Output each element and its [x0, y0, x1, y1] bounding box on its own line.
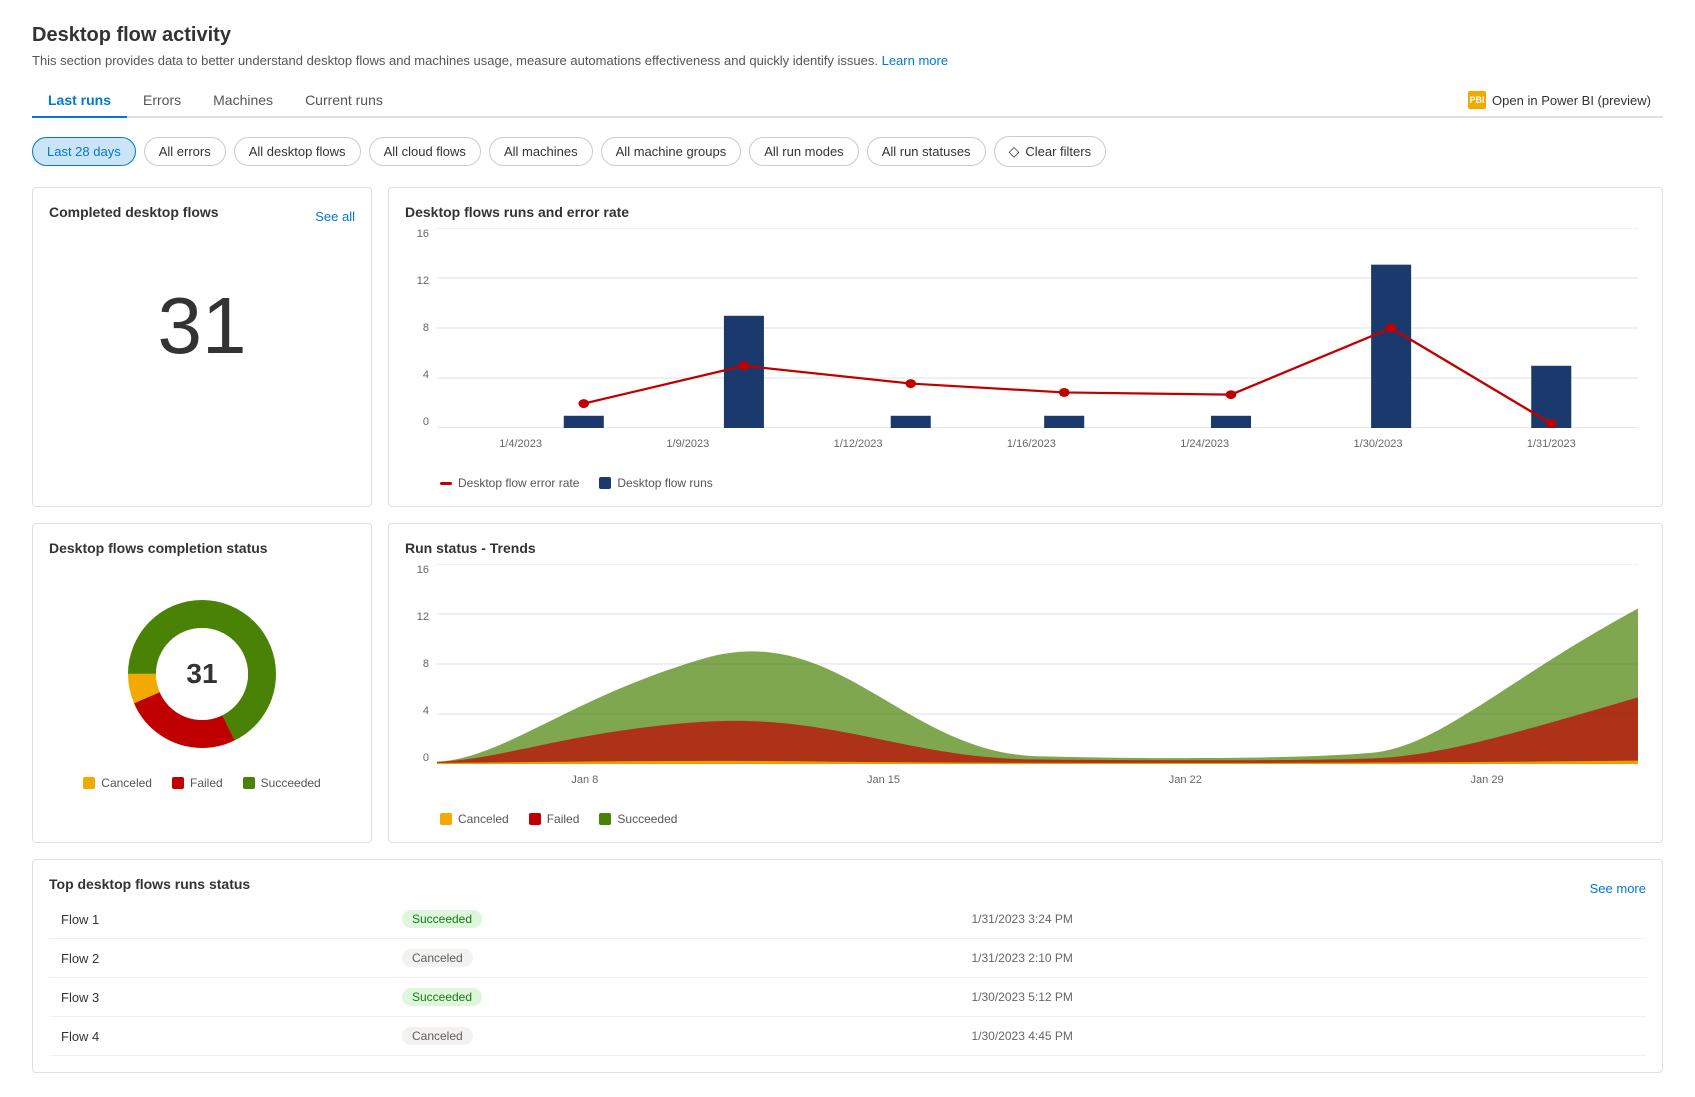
bar-chart-card: Desktop flows runs and error rate 16 12 … [388, 187, 1663, 507]
donut-center-value: 31 [186, 658, 217, 690]
bar-chart-title: Desktop flows runs and error rate [405, 204, 1646, 220]
eraser-icon: ◇ [1009, 143, 1020, 160]
tab-machines[interactable]: Machines [197, 84, 289, 118]
area-y-labels: 16 12 8 4 0 [405, 564, 433, 764]
filter-all-errors[interactable]: All errors [144, 137, 226, 166]
run-name: Flow 2 [49, 939, 390, 978]
see-more-link[interactable]: See more [1590, 881, 1646, 896]
failed-icon [172, 777, 184, 789]
area-legend-failed: Failed [529, 812, 580, 826]
bottom-card-header: Top desktop flows runs status See more [49, 876, 1646, 900]
table-row: Flow 4 Canceled 1/30/2023 4:45 PM [49, 1017, 1646, 1056]
donut-legend: Canceled Failed Succeeded [83, 776, 320, 790]
table-row: Flow 3 Succeeded 1/30/2023 5:12 PM [49, 978, 1646, 1017]
see-all-link[interactable]: See all [315, 209, 355, 224]
table-row: Flow 1 Succeeded 1/31/2023 3:24 PM [49, 900, 1646, 939]
bottom-section-title: Top desktop flows runs status [49, 876, 250, 892]
tab-errors[interactable]: Errors [127, 84, 197, 118]
canceled-icon [83, 777, 95, 789]
completed-flows-card: Completed desktop flows See all 31 [32, 187, 372, 507]
run-status: Succeeded [390, 978, 960, 1017]
filter-last-28-days[interactable]: Last 28 days [32, 137, 136, 166]
x-axis-labels: 1/4/2023 1/9/2023 1/12/2023 1/16/2023 1/… [437, 432, 1638, 468]
tab-last-runs[interactable]: Last runs [32, 84, 127, 118]
powerbi-icon: PBI [1468, 91, 1486, 109]
run-time: 1/31/2023 3:24 PM [959, 900, 1646, 939]
area-chart-card: Run status - Trends 16 12 8 4 0 [388, 523, 1663, 843]
bottom-cards-row: Desktop flows completion status 31 [32, 523, 1663, 843]
run-time: 1/30/2023 4:45 PM [959, 1017, 1646, 1056]
area-canceled-icon [440, 813, 452, 825]
area-failed-icon [529, 813, 541, 825]
run-status: Canceled [390, 1017, 960, 1056]
run-time: 1/30/2023 5:12 PM [959, 978, 1646, 1017]
legend-runs: Desktop flow runs [599, 476, 712, 490]
tab-current-runs[interactable]: Current runs [289, 84, 399, 118]
run-time: 1/31/2023 2:10 PM [959, 939, 1646, 978]
powerbi-button[interactable]: PBI Open in Power BI (preview) [1456, 85, 1663, 115]
top-cards-row: Completed desktop flows See all 31 Deskt… [32, 187, 1663, 507]
main-page: Desktop flow activity This section provi… [0, 0, 1695, 1097]
completed-flows-count: 31 [49, 240, 355, 402]
y-axis-labels: 16 12 8 4 0 [405, 228, 433, 428]
succeeded-icon [243, 777, 255, 789]
legend-error-rate: Desktop flow error rate [440, 476, 579, 490]
donut-container: 31 Canceled Failed Succeeded [49, 564, 355, 810]
filter-all-run-modes[interactable]: All run modes [749, 137, 858, 166]
legend-canceled: Canceled [83, 776, 152, 790]
page-title: Desktop flow activity [32, 24, 1663, 47]
table-row: Flow 2 Canceled 1/31/2023 2:10 PM [49, 939, 1646, 978]
donut-chart: 31 [112, 584, 292, 764]
filter-all-machines[interactable]: All machines [489, 137, 593, 166]
run-status: Succeeded [390, 900, 960, 939]
filter-bar: Last 28 days All errors All desktop flow… [32, 136, 1663, 167]
legend-succeeded: Succeeded [243, 776, 321, 790]
donut-chart-card: Desktop flows completion status 31 [32, 523, 372, 843]
clear-filters-button[interactable]: ◇ Clear filters [994, 136, 1107, 167]
area-legend-canceled: Canceled [440, 812, 509, 826]
page-header: Desktop flow activity This section provi… [32, 24, 1663, 68]
area-chart-title: Run status - Trends [405, 540, 1646, 556]
area-x-labels: Jan 8 Jan 15 Jan 22 Jan 29 [437, 768, 1638, 804]
run-status: Canceled [390, 939, 960, 978]
filter-all-desktop-flows[interactable]: All desktop flows [234, 137, 361, 166]
area-chart-svg [437, 564, 1638, 764]
run-name: Flow 1 [49, 900, 390, 939]
runs-table: Flow 1 Succeeded 1/31/2023 3:24 PM Flow … [49, 900, 1646, 1056]
bar-chart-legend: Desktop flow error rate Desktop flow run… [405, 476, 1646, 490]
legend-error-rate-icon [440, 482, 452, 485]
filter-all-run-statuses[interactable]: All run statuses [867, 137, 986, 166]
tab-bar: Last runs Errors Machines Current runs P… [32, 84, 1663, 118]
filter-all-cloud-flows[interactable]: All cloud flows [369, 137, 481, 166]
legend-failed: Failed [172, 776, 223, 790]
run-name: Flow 3 [49, 978, 390, 1017]
bar-chart-svg [437, 228, 1638, 428]
filter-all-machine-groups[interactable]: All machine groups [601, 137, 742, 166]
area-legend-succeeded: Succeeded [599, 812, 677, 826]
bottom-section: Top desktop flows runs status See more F… [32, 859, 1663, 1073]
learn-more-link[interactable]: Learn more [882, 53, 948, 68]
page-description: This section provides data to better und… [32, 53, 1663, 68]
completed-flows-title: Completed desktop flows [49, 204, 219, 220]
donut-chart-title: Desktop flows completion status [49, 540, 355, 556]
area-succeeded-icon [599, 813, 611, 825]
area-chart-legend: Canceled Failed Succeeded [405, 812, 1646, 826]
run-name: Flow 4 [49, 1017, 390, 1056]
legend-runs-icon [599, 477, 611, 489]
